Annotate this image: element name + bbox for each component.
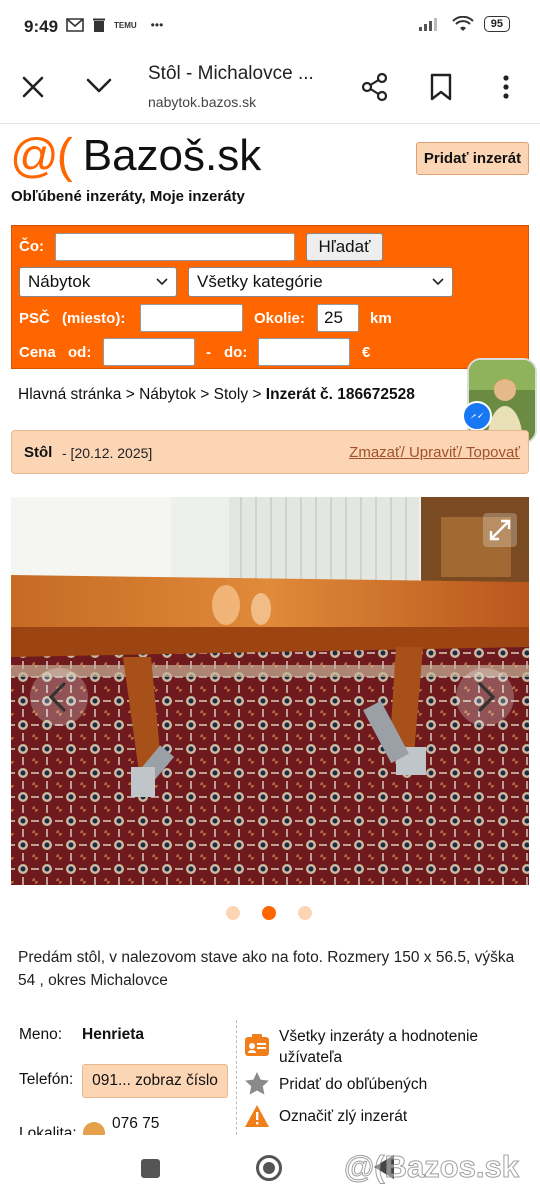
km-label: km xyxy=(370,310,392,327)
watermark: @(Bazos.sk xyxy=(344,1149,520,1185)
site-logo[interactable]: @( Bazoš.sk xyxy=(10,129,262,183)
okolie-label: Okolie: xyxy=(254,310,305,327)
status-notification-icons: TEMU ••• xyxy=(66,17,163,33)
status-time: 9:49 xyxy=(24,17,59,36)
pagination-dot[interactable] xyxy=(298,906,312,920)
price-dash: - xyxy=(206,344,211,361)
breadcrumb: Hlavná stránka > Nábytok > Stoly > Inzer… xyxy=(18,386,415,404)
listing-actions-link[interactable]: Zmazať/ Upraviť/ Topovať xyxy=(349,444,520,461)
search-button[interactable]: Hľadať xyxy=(306,233,383,261)
status-system-icons: 95 xyxy=(418,16,510,32)
home-button[interactable] xyxy=(256,1155,282,1181)
battery-icon: 95 xyxy=(483,16,510,32)
logo-text: Bazoš.sk xyxy=(82,131,262,180)
all-listings-link[interactable]: Všetky inzeráty a hodnotenie užívateľa xyxy=(279,1026,511,1068)
chevron-right-icon xyxy=(478,682,496,712)
warning-icon xyxy=(245,1105,269,1127)
psc-label: PSČ xyxy=(19,310,50,327)
listing-description: Predám stôl, v nalezovom stave ako na fo… xyxy=(18,949,515,989)
listing-date: - [20.12. 2025] xyxy=(62,445,153,461)
wifi-icon xyxy=(452,16,474,31)
share-icon[interactable] xyxy=(360,72,390,102)
seller-name-label: Meno: xyxy=(19,1026,63,1043)
expand-icon[interactable] xyxy=(483,513,517,547)
logo-symbol: @( xyxy=(10,129,73,183)
star-icon xyxy=(245,1072,269,1095)
previous-photo-button[interactable] xyxy=(30,668,88,726)
okolie-input[interactable]: 25 xyxy=(317,304,359,332)
next-photo-button[interactable] xyxy=(456,668,514,726)
breadcrumb-separator: > xyxy=(200,386,210,403)
trash-icon xyxy=(93,18,105,32)
breadcrumb-home[interactable]: Hlavná stránka xyxy=(18,386,121,403)
browser-url[interactable]: nabytok.bazos.sk xyxy=(148,94,256,110)
listing-title-bar: Stôl - [20.12. 2025] Zmazať/ Upraviť/ To… xyxy=(11,430,529,474)
breadcrumb-section[interactable]: Nábytok xyxy=(139,386,196,403)
chevron-left-icon xyxy=(48,682,66,712)
price-from-input[interactable] xyxy=(103,338,195,366)
table-photo xyxy=(11,497,529,885)
cena-od-label: od: xyxy=(68,344,92,361)
category-select-value: Všetky kategórie xyxy=(197,272,323,291)
section-select[interactable]: Nábytok xyxy=(19,267,177,297)
breadcrumb-current: Inzerát č. 186672528 xyxy=(265,386,415,403)
miesto-label: (miesto): xyxy=(62,310,126,327)
chevron-down-icon xyxy=(156,278,168,286)
chevron-down-icon[interactable] xyxy=(84,72,114,98)
bookmark-icon[interactable] xyxy=(428,72,454,102)
favorites-links[interactable]: Obľúbené inzeráty, Moje inzeráty xyxy=(11,188,245,205)
chevron-down-icon xyxy=(432,278,444,286)
messenger-icon[interactable] xyxy=(462,401,492,431)
breadcrumb-separator: > xyxy=(252,386,262,403)
psc-input[interactable] xyxy=(140,304,243,332)
breadcrumb-separator: > xyxy=(125,386,135,403)
listing-photo[interactable] xyxy=(11,497,529,885)
add-favorite-link[interactable]: Pridať do obľúbených xyxy=(279,1076,427,1094)
more-dots-icon: ••• xyxy=(150,18,164,32)
system-navigation-bar: @(Bazos.sk xyxy=(0,1135,540,1200)
temu-icon: TEMU xyxy=(114,20,137,30)
seller-name: Henrieta xyxy=(82,1026,145,1043)
report-listing-link[interactable]: Označiť zlý inzerát xyxy=(279,1108,407,1126)
search-panel: Čo: Hľadať Nábytok Všetky kategórie PSČ … xyxy=(11,225,529,369)
close-icon[interactable] xyxy=(20,74,46,100)
section-select-value: Nábytok xyxy=(28,272,91,291)
seller-phone-label: Telefón: xyxy=(19,1071,74,1088)
price-to-input[interactable] xyxy=(258,338,350,366)
search-what-label: Čo: xyxy=(19,238,44,255)
breadcrumb-category[interactable]: Stoly xyxy=(214,386,248,403)
recent-apps-button[interactable] xyxy=(141,1159,160,1178)
pagination-dot[interactable] xyxy=(262,906,276,920)
info-divider xyxy=(236,1020,237,1135)
cena-do-label: do: xyxy=(224,344,248,361)
status-bar: 9:49 TEMU ••• 95 xyxy=(0,0,540,52)
show-phone-button[interactable]: 091... zobraz číslo xyxy=(82,1064,228,1098)
category-select[interactable]: Všetky kategórie xyxy=(188,267,453,297)
browser-page-title[interactable]: Stôl - Michalovce ... xyxy=(148,63,314,85)
search-input[interactable] xyxy=(55,233,295,261)
listing-title: Stôl xyxy=(24,444,53,461)
browser-toolbar: Stôl - Michalovce ... nabytok.bazos.sk xyxy=(0,52,540,124)
cena-label: Cena xyxy=(19,344,56,361)
add-listing-button[interactable]: Pridať inzerát xyxy=(416,142,529,175)
gmail-icon xyxy=(66,18,84,32)
currency-label: € xyxy=(362,344,371,361)
seller-location: 076 75 xyxy=(112,1115,160,1132)
user-card-icon xyxy=(245,1034,269,1056)
pagination-dot[interactable] xyxy=(226,906,240,920)
photo-pagination xyxy=(226,906,312,920)
signal-icon xyxy=(418,18,437,31)
more-vertical-icon[interactable] xyxy=(496,72,516,102)
